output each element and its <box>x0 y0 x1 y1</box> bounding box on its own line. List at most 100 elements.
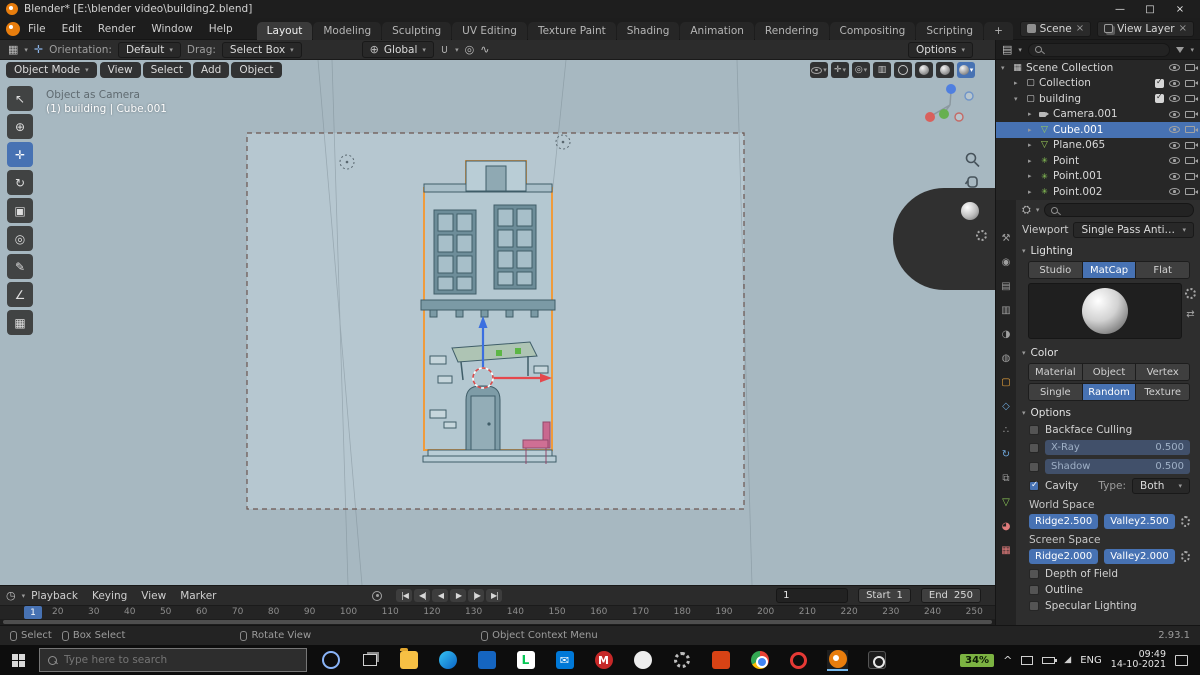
expand-arrow-icon[interactable]: ▸ <box>1014 79 1022 87</box>
lighting-mode-tab[interactable]: Flat <box>1136 262 1189 278</box>
expand-arrow-icon[interactable]: ▾ <box>1014 95 1022 103</box>
expand-arrow-icon[interactable]: ▸ <box>1028 188 1036 196</box>
particles-tab-icon[interactable]: ∴ <box>996 420 1016 441</box>
network-tray-icon[interactable]: ◢ <box>1064 655 1071 665</box>
outliner-row[interactable]: ▾ building <box>996 91 1200 107</box>
filter-funnel-icon[interactable] <box>1176 46 1185 53</box>
viewport-menu-item[interactable]: Add <box>193 62 230 78</box>
hide-in-viewport-eye-icon[interactable] <box>1169 157 1180 165</box>
taskbar-search[interactable] <box>39 648 307 672</box>
specular-lighting-checkbox[interactable] <box>1029 601 1039 611</box>
workspace-tab[interactable]: Scripting <box>916 21 984 40</box>
shadow-slider[interactable]: Shadow 0.500 <box>1045 459 1190 474</box>
auto-keyframe-record-icon[interactable] <box>372 590 383 601</box>
edge-browser-icon[interactable] <box>437 650 458 671</box>
clock[interactable]: 09:49 14-10-2021 <box>1111 650 1166 670</box>
zoom-button[interactable] <box>965 152 980 168</box>
viewport-canvas[interactable] <box>0 60 995 585</box>
exclude-checkbox[interactable] <box>1155 92 1164 104</box>
color-source-tab[interactable]: Single <box>1029 384 1083 400</box>
timeline-menu-item[interactable]: Playback <box>31 590 78 602</box>
cursor-tool[interactable]: ⊕ <box>7 114 33 139</box>
transport-button[interactable]: ▶ <box>450 589 467 602</box>
menu-item[interactable]: Help <box>201 21 241 37</box>
options-section-header[interactable]: ▾ Options <box>1016 402 1200 422</box>
outliner-row[interactable]: ▸ Cube.001 <box>996 122 1200 138</box>
xray-checkbox[interactable] <box>1029 442 1039 453</box>
transport-button[interactable]: ▶| <box>486 589 503 602</box>
hide-in-viewport-eye-icon[interactable] <box>1169 126 1180 134</box>
file-explorer-icon[interactable] <box>398 648 419 671</box>
matcap-preview[interactable]: ⇄ <box>1028 283 1196 339</box>
gizmos-dropdown[interactable]: ✛ ▾ <box>831 62 849 78</box>
physics-tab-icon[interactable]: ↻ <box>996 444 1016 465</box>
view-layer-tab-icon[interactable]: ▥ <box>996 300 1016 321</box>
outliner-row[interactable]: ▸ Point.002 <box>996 184 1200 200</box>
3d-viewport[interactable]: Object Mode ▾ View Select Add Object ▾ ✛ ▾ ◎… <box>0 60 995 585</box>
object-tab-icon[interactable]: ▢ <box>996 372 1016 393</box>
timeline-editor-icon[interactable]: ◷ <box>6 589 16 602</box>
outliner-row[interactable]: ▸ Point.001 <box>996 169 1200 185</box>
add-cube-tool[interactable]: ▦ <box>7 310 33 335</box>
constraints-tab-icon[interactable]: ⧉ <box>996 468 1016 489</box>
timeline-menu-item[interactable]: View <box>141 590 166 602</box>
proportional-editing-icon[interactable]: ◎ <box>465 43 475 56</box>
cortana-icon[interactable] <box>320 650 341 671</box>
window-control-button[interactable]: × <box>1166 4 1194 15</box>
workspace-tab[interactable]: Modeling <box>313 21 382 40</box>
end-frame-field[interactable]: End 250 <box>920 588 981 603</box>
viewport-menu-item[interactable]: Object <box>231 62 282 78</box>
color-source-tab[interactable]: Material <box>1029 364 1083 380</box>
cavity-type-dropdown[interactable]: Both ▾ <box>1132 478 1190 494</box>
playhead[interactable]: 1 <box>24 606 42 619</box>
scene-tab-icon[interactable]: ◑ <box>996 324 1016 345</box>
editor-type-icon[interactable]: ▦ <box>8 43 18 56</box>
current-frame-field[interactable]: 1 <box>776 588 849 603</box>
remove-view-layer-icon[interactable]: × <box>1179 23 1187 34</box>
workspace-tab[interactable]: Animation <box>680 21 754 40</box>
battery-tray-icon[interactable] <box>1042 656 1058 664</box>
viewport-menu-item[interactable]: View <box>99 62 141 78</box>
disable-in-render-camera-icon[interactable] <box>1185 141 1198 149</box>
expand-arrow-icon[interactable]: ▾ <box>1001 64 1009 72</box>
disable-in-render-camera-icon[interactable] <box>1185 126 1198 134</box>
shading-solid-button[interactable] <box>915 62 933 78</box>
antivirus-app-icon[interactable]: M <box>593 650 614 671</box>
window-control-button[interactable]: — <box>1106 4 1134 15</box>
tray-expand-caret[interactable]: ^ <box>1003 654 1012 667</box>
snap-magnet-icon[interactable]: ⊃ <box>438 45 451 54</box>
cavity-checkbox[interactable] <box>1029 480 1039 491</box>
outliner-search[interactable] <box>1027 42 1171 57</box>
antialiasing-dropdown[interactable]: Single Pass Anti-Aliasing ▾ <box>1073 222 1194 238</box>
menu-item[interactable]: File <box>20 21 54 37</box>
transport-button[interactable]: ◀| <box>414 589 431 602</box>
viewport-menu-item[interactable]: Select <box>142 62 191 78</box>
options-dropdown[interactable]: Options ▾ <box>907 41 973 58</box>
depth-of-field-checkbox[interactable] <box>1029 569 1039 579</box>
gear-icon[interactable] <box>976 230 987 241</box>
opera-browser-icon[interactable] <box>788 650 809 671</box>
workspace-tab[interactable]: Layout <box>256 21 313 40</box>
world-valley-slider[interactable]: Valley 2.500 <box>1104 514 1175 529</box>
display-tray-icon[interactable] <box>1021 655 1034 665</box>
timeline-menu-item[interactable]: Marker <box>180 590 216 602</box>
blender-app-icon[interactable] <box>827 649 848 671</box>
rotate-tool[interactable]: ↻ <box>7 170 33 195</box>
hide-in-viewport-eye-icon[interactable] <box>1169 188 1180 196</box>
pan-hand-button[interactable] <box>964 176 978 188</box>
window-control-button[interactable]: □ <box>1136 4 1164 15</box>
menu-item[interactable]: Window <box>143 21 200 37</box>
material-tab-icon[interactable]: ◕ <box>996 516 1016 537</box>
gear-icon[interactable] <box>1185 288 1196 299</box>
modifiers-tab-icon[interactable]: ◇ <box>996 396 1016 417</box>
hide-in-viewport-eye-icon[interactable] <box>1169 110 1180 118</box>
language-indicator[interactable]: ENG <box>1080 655 1102 666</box>
menu-item[interactable]: Render <box>90 21 143 37</box>
transport-button[interactable]: ◀ <box>432 589 449 602</box>
transport-button[interactable]: |▶ <box>468 589 485 602</box>
outliner-row[interactable]: ▸ Plane.065 <box>996 138 1200 154</box>
outliner-row[interactable]: ▾ Scene Collection <box>996 60 1200 76</box>
properties-search[interactable] <box>1044 203 1194 217</box>
object-visibility-dropdown[interactable]: ▾ <box>810 62 828 78</box>
drag-dropdown[interactable]: Select Box ▾ <box>221 41 302 58</box>
